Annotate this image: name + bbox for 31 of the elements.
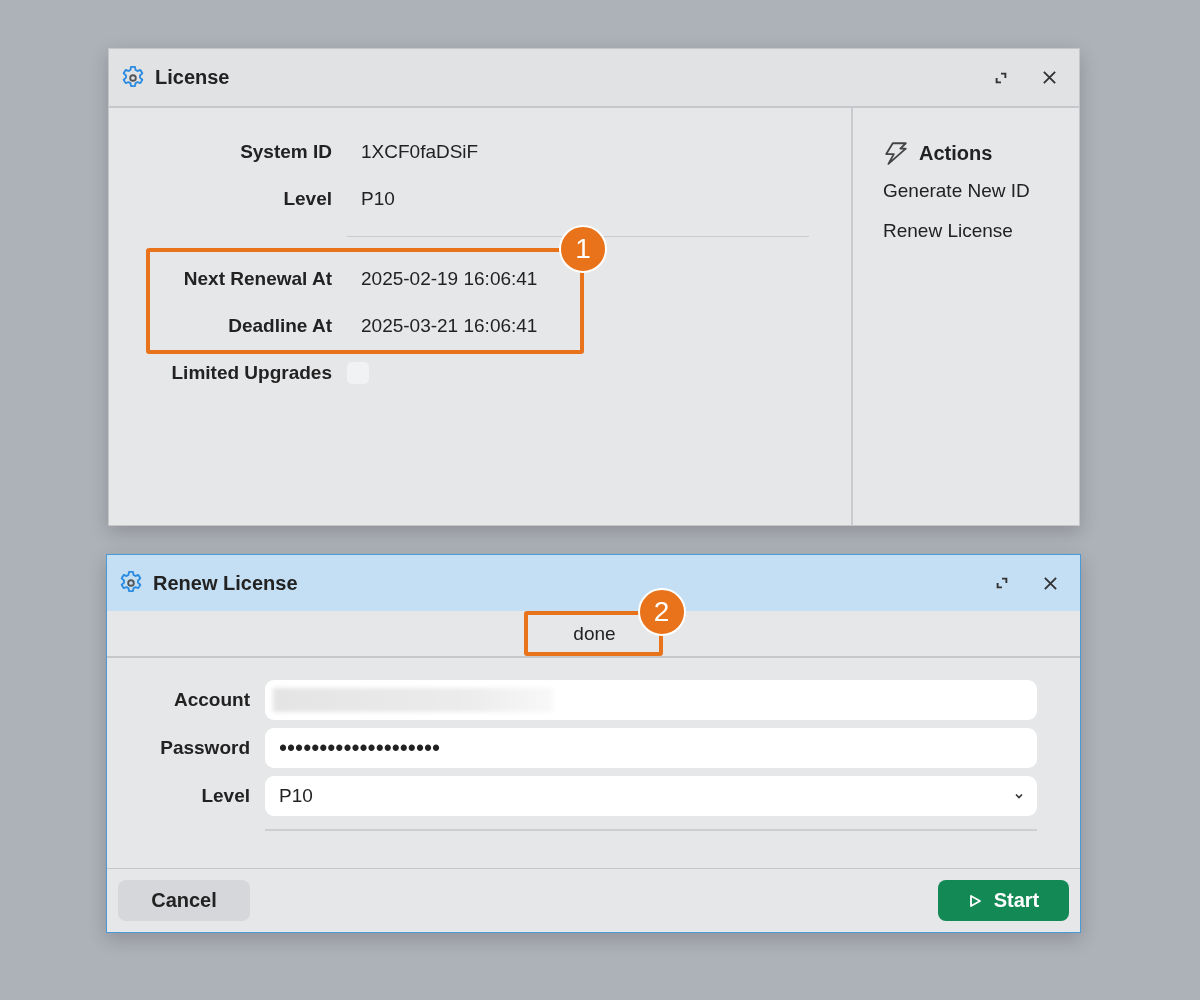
- field-label: Next Renewal At: [182, 267, 332, 290]
- play-icon: [967, 893, 982, 908]
- field-value: 2025-03-21 16:06:41: [361, 314, 539, 337]
- lightning-icon: [883, 140, 909, 166]
- level-dropdown[interactable]: P10: [265, 776, 1037, 816]
- field-label: Account: [173, 689, 250, 711]
- action-link[interactable]: Renew License: [883, 220, 1079, 242]
- field-value: 1XCF0faDSiF: [361, 140, 480, 163]
- field-value: P10: [361, 187, 396, 210]
- account-field[interactable]: [265, 680, 1037, 720]
- cancel-button[interactable]: Cancel: [118, 880, 250, 921]
- window-title: Renew License: [153, 571, 298, 595]
- field-label: Level: [282, 187, 332, 210]
- field-label: Password: [159, 737, 250, 759]
- field-label: Limited Upgrades: [170, 361, 332, 384]
- expand-icon: [994, 70, 1008, 85]
- callout-number: 1: [559, 225, 607, 273]
- password-field[interactable]: ••••••••••••••••••••: [265, 728, 1037, 768]
- field-label: Level: [200, 785, 250, 807]
- close-icon: [1042, 70, 1057, 85]
- field-value: 2025-02-19 16:06:41: [361, 267, 539, 290]
- callout-number: 2: [637, 588, 686, 636]
- section-title: Actions: [919, 141, 993, 165]
- status-text: done: [573, 622, 616, 645]
- start-button[interactable]: Start: [938, 880, 1069, 921]
- expand-icon: [995, 576, 1009, 590]
- window-title: License: [155, 66, 230, 89]
- action-link[interactable]: Generate New ID: [883, 180, 1079, 202]
- close-icon: [1043, 575, 1058, 591]
- field-label: System ID: [239, 140, 332, 163]
- field-label: Deadline At: [227, 314, 332, 337]
